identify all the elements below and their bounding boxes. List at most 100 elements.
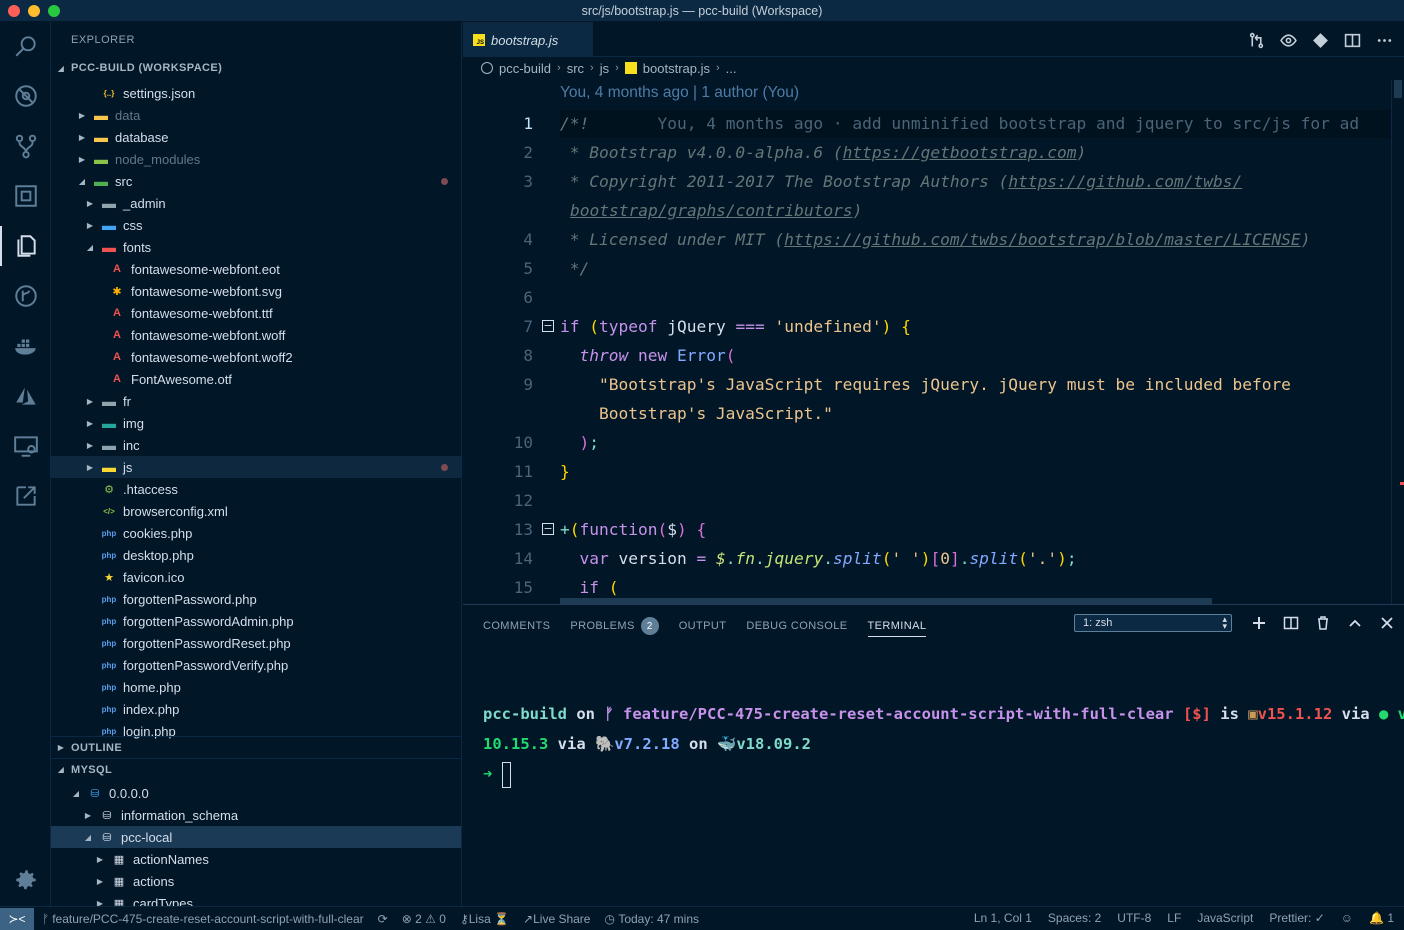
tab-bootstrap-js[interactable]: JS bootstrap.js	[463, 22, 593, 57]
mysql-tree-item[interactable]: ▶ ▦ actions	[51, 870, 461, 892]
fold-toggle[interactable]: −	[542, 523, 554, 535]
feedback-smiley-icon[interactable]: ☺	[1341, 911, 1353, 925]
search-icon[interactable]	[12, 32, 40, 60]
toggle-preview-icon[interactable]	[1278, 30, 1298, 50]
tree-file[interactable]: php forgottenPassword.php	[51, 588, 461, 610]
debug-icon[interactable]	[12, 82, 40, 110]
tree-folder[interactable]: ▶ ▬ fr	[51, 390, 461, 412]
chevron-right-icon: ▶	[86, 418, 94, 428]
status-right: Ln 1, Col 1 Spaces: 2 UTF-8 LF JavaScrip…	[958, 911, 1394, 925]
mysql-item-label: actions	[133, 873, 175, 889]
line-number: 7	[523, 317, 533, 336]
status-eol[interactable]: LF	[1167, 911, 1181, 925]
status-position[interactable]: Ln 1, Col 1	[974, 911, 1032, 925]
extensions-icon[interactable]	[12, 182, 40, 210]
codelens-blame[interactable]: You, 4 months ago | 1 author (You)	[560, 84, 799, 102]
tree-file[interactable]: {..} settings.json	[51, 82, 461, 104]
status-encoding[interactable]: UTF-8	[1117, 911, 1151, 925]
tree-file[interactable]: ★ favicon.ico	[51, 566, 461, 588]
tree-file[interactable]: php forgottenPasswordVerify.php	[51, 654, 461, 676]
mysql-section-header[interactable]: ◢ MYSQL	[51, 758, 461, 780]
close-panel-icon[interactable]	[1377, 613, 1397, 633]
tree-folder[interactable]: ▶ ▬ _admin	[51, 192, 461, 214]
breadcrumb-symbols[interactable]: ...	[726, 61, 737, 76]
source-control-icon[interactable]	[12, 132, 40, 160]
fold-toggle[interactable]: −	[542, 320, 554, 332]
tree-folder[interactable]: ▶ ▬ js	[51, 456, 461, 478]
mysql-tree-item[interactable]: ◢ ⛁ 0.0.0.0	[51, 782, 461, 804]
git-graph-icon[interactable]	[12, 282, 40, 310]
tree-file[interactable]: Afontawesome-webfont.woff2	[51, 346, 461, 368]
sync-icon[interactable]: ⟳	[378, 912, 388, 926]
tree-file[interactable]: ⚙ .htaccess	[51, 478, 461, 500]
remote-indicator-icon[interactable]: ≻<	[0, 907, 34, 930]
trash-icon[interactable]	[1313, 613, 1333, 633]
new-terminal-icon[interactable]	[1249, 613, 1269, 633]
tree-file[interactable]: php forgottenPasswordAdmin.php	[51, 610, 461, 632]
breadcrumb-js[interactable]: js	[600, 61, 609, 76]
mysql-tree-item[interactable]: ▶ ⛁ information_schema	[51, 804, 461, 826]
terminal-output[interactable]: pcc-build on ᚠ feature/PCC-475-create-re…	[483, 699, 1404, 789]
terminal-select[interactable]: 1: zsh ▴ ▾	[1074, 614, 1232, 632]
mysql-tree-item[interactable]: ▶ ▦ cardTypes	[51, 892, 461, 907]
tree-file[interactable]: php cookies.php	[51, 522, 461, 544]
settings-gear-icon[interactable]	[12, 866, 40, 894]
tree-folder[interactable]: ▶ ▬ inc	[51, 434, 461, 456]
breadcrumb-file[interactable]: bootstrap.js	[643, 61, 710, 76]
tree-folder[interactable]: ▶ ▬ img	[51, 412, 461, 434]
maximize-panel-icon[interactable]	[1345, 613, 1365, 633]
status-time-tracker[interactable]: ◷ Today: 47 mins	[604, 912, 699, 926]
docker-icon[interactable]	[12, 332, 40, 360]
code-editor[interactable]: You, 4 months ago | 1 author (You) 12345…	[463, 80, 1391, 604]
split-terminal-icon[interactable]	[1281, 613, 1301, 633]
chevron-right-icon: ▶	[78, 110, 86, 120]
workspace-section-header[interactable]: ◢ PCC-BUILD (WORKSPACE)	[51, 57, 461, 79]
tree-file[interactable]: php desktop.php	[51, 544, 461, 566]
tab-terminal[interactable]: TERMINAL	[867, 615, 927, 637]
split-editor-icon[interactable]	[1342, 30, 1362, 50]
status-problems[interactable]: ⊗ 2 ⚠ 0	[402, 912, 446, 926]
status-branch[interactable]: ᚠ feature/PCC-475-create-reset-account-sc…	[42, 912, 364, 926]
outline-section-header[interactable]: ▶ OUTLINE	[51, 736, 461, 758]
tree-file[interactable]: Afontawesome-webfont.woff	[51, 324, 461, 346]
status-language[interactable]: JavaScript	[1197, 911, 1253, 925]
tree-folder[interactable]: ◢ ▬ src	[51, 170, 461, 192]
mysql-tree-item[interactable]: ▶ ▦ actionNames	[51, 848, 461, 870]
status-live-share[interactable]: ↗ Live Share	[523, 912, 590, 926]
vertical-scrollbar[interactable]	[1391, 80, 1404, 604]
tree-file[interactable]: </> browserconfig.xml	[51, 500, 461, 522]
breadcrumb-src[interactable]: src	[567, 61, 584, 76]
explorer-icon[interactable]	[12, 232, 40, 260]
tree-file[interactable]: A FontAwesome.otf	[51, 368, 461, 390]
tree-folder[interactable]: ◢ ▬ fonts	[51, 236, 461, 258]
status-spaces[interactable]: Spaces: 2	[1048, 911, 1101, 925]
tab-output[interactable]: OUTPUT	[679, 615, 727, 637]
tree-file[interactable]: ✱ fontawesome-webfont.svg	[51, 280, 461, 302]
tree-item-label: index.php	[123, 701, 180, 717]
tab-comments[interactable]: COMMENTS	[483, 615, 550, 637]
open-changes-icon[interactable]	[1246, 30, 1266, 50]
tree-folder[interactable]: ▶ ▬ data	[51, 104, 461, 126]
status-formatter[interactable]: Prettier: ✓	[1269, 911, 1324, 925]
remote-explorer-icon[interactable]	[12, 432, 40, 460]
tree-file[interactable]: php index.php	[51, 698, 461, 720]
tree-file[interactable]: Afontawesome-webfont.ttf	[51, 302, 461, 324]
tab-debug-console[interactable]: DEBUG CONSOLE	[746, 615, 847, 637]
breadcrumb-workspace[interactable]: pcc-build	[499, 61, 551, 76]
more-actions-icon[interactable]	[1374, 30, 1394, 50]
tree-file[interactable]: php home.php	[51, 676, 461, 698]
tree-file[interactable]: php forgottenPasswordReset.php	[51, 632, 461, 654]
git-compare-icon[interactable]	[1310, 30, 1330, 50]
mysql-tree-item[interactable]: ◢ ⛁ pcc-local	[51, 826, 461, 848]
azure-icon[interactable]	[12, 382, 40, 410]
tree-file[interactable]: Afontawesome-webfont.eot	[51, 258, 461, 280]
status-user[interactable]: ⚷ Lisa ⏳	[460, 912, 509, 926]
status-notifications[interactable]: 🔔 1	[1369, 911, 1394, 925]
live-share-icon[interactable]	[12, 482, 40, 510]
tree-item-label: inc	[123, 437, 140, 453]
scrollbar-thumb[interactable]	[1394, 80, 1402, 98]
tree-folder[interactable]: ▶ ▬ node_modules	[51, 148, 461, 170]
tree-folder[interactable]: ▶ ▬ css	[51, 214, 461, 236]
tab-problems[interactable]: PROBLEMS 2	[570, 615, 659, 637]
tree-folder[interactable]: ▶ ▬ database	[51, 126, 461, 148]
